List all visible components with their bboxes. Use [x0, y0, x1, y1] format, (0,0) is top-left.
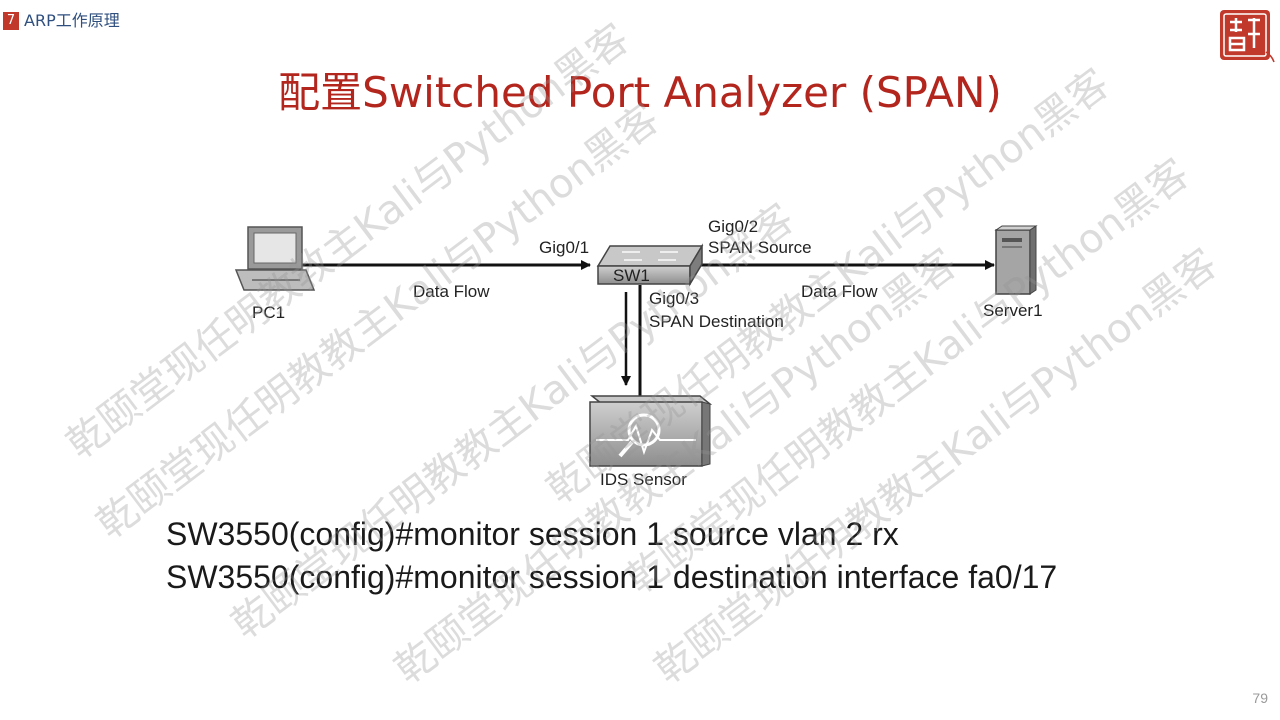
port-gig01-label: Gig0/1	[539, 238, 589, 257]
span-network-diagram: PC1 SW1 Server1 IDS Sensor Gig0/1 Gig0/2…	[234, 217, 1043, 489]
switch-label: SW1	[613, 266, 650, 285]
ids-label: IDS Sensor	[600, 470, 687, 489]
port-gig02-label: Gig0/2	[708, 217, 758, 236]
command-line: SW3550(config)#monitor session 1 source …	[166, 516, 899, 552]
ids-sensor-icon	[589, 395, 713, 467]
pc-label: PC1	[252, 303, 285, 322]
data-flow-label-left: Data Flow	[413, 282, 490, 301]
server-icon	[994, 225, 1038, 295]
command-line: SW3550(config)#monitor session 1 destina…	[166, 559, 1058, 595]
pc-icon	[234, 226, 316, 291]
config-commands: SW3550(config)#monitor session 1 source …	[166, 513, 1057, 599]
port-gig03-label: Gig0/3	[649, 289, 699, 308]
span-destination-label: SPAN Destination	[649, 312, 784, 331]
page-number: 79	[1252, 690, 1268, 706]
span-source-label: SPAN Source	[708, 238, 812, 257]
data-flow-label-right: Data Flow	[801, 282, 878, 301]
server-label: Server1	[983, 301, 1043, 320]
